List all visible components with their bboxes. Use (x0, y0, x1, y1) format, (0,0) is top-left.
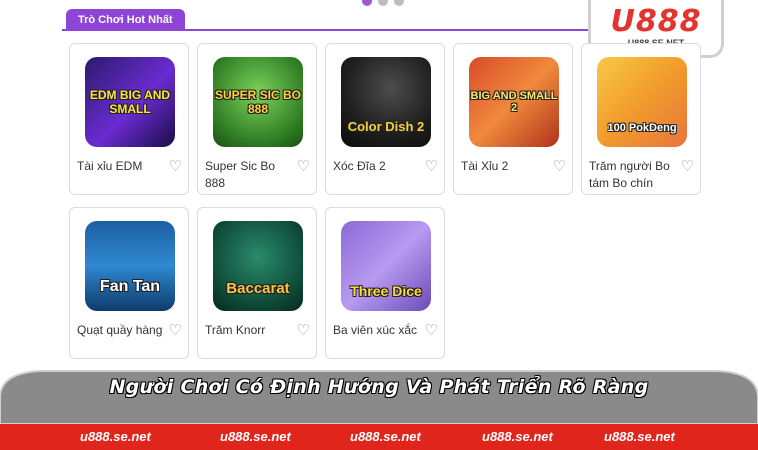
footer-link-2[interactable]: u888.se.net (220, 429, 291, 444)
game-card-fan-tan[interactable]: Fan Tan Quạt quầy hàng ♡ (69, 207, 189, 359)
thumbnail-art-text: 100 PokDeng (607, 122, 677, 134)
game-card-super-sic-bo[interactable]: SUPER SIC BO 888 Super Sic Bo 888 ♡ (197, 43, 317, 195)
heart-outline-icon[interactable]: ♡ (681, 158, 694, 175)
heart-outline-icon[interactable]: ♡ (425, 158, 438, 175)
game-title: Trăm Knorr (205, 323, 266, 337)
footer-link-4[interactable]: u888.se.net (482, 429, 553, 444)
game-title: Super Sic Bo 888 (205, 159, 276, 190)
game-thumbnail[interactable]: BIG AND SMALL 2 (469, 57, 559, 147)
game-title: Tài Xỉu 2 (461, 159, 509, 173)
game-thumbnail[interactable]: Color Dish 2 (341, 57, 431, 147)
carousel-dot-1[interactable] (362, 0, 372, 6)
thumbnail-art-text: BIG AND SMALL 2 (470, 90, 558, 114)
thumbnail-art-text: EDM BIG AND SMALL (89, 88, 171, 116)
logo-wordmark: U888 (610, 4, 702, 39)
footer-link-3[interactable]: u888.se.net (350, 429, 421, 444)
heart-outline-icon[interactable]: ♡ (425, 322, 438, 339)
game-thumbnail[interactable]: Baccarat (213, 221, 303, 311)
footer-link-5[interactable]: u888.se.net (604, 429, 675, 444)
thumbnail-art-text: Color Dish 2 (347, 118, 425, 134)
carousel-dot-3[interactable] (394, 0, 404, 6)
game-card-tai-xiu-2[interactable]: BIG AND SMALL 2 Tài Xỉu 2 ♡ (453, 43, 573, 195)
game-title: Quạt quầy hàng (77, 323, 163, 337)
heart-outline-icon[interactable]: ♡ (553, 158, 566, 175)
footer-link-1[interactable]: u888.se.net (80, 429, 151, 444)
game-title: Trăm người Bo tám Bo chín (589, 159, 670, 190)
tab-hot-games[interactable]: Trò Chơi Hot Nhất (66, 9, 185, 31)
game-card-tai-xiu-edm[interactable]: EDM BIG AND SMALL Tài xỉu EDM ♡ (69, 43, 189, 195)
game-card-xoc-dia-2[interactable]: Color Dish 2 Xóc Đĩa 2 ♡ (325, 43, 445, 195)
carousel-dots (362, 0, 404, 6)
banner-headline: Người Chơi Có Định Hướng Và Phát Triển R… (109, 376, 649, 398)
game-card-baccarat[interactable]: Baccarat Trăm Knorr ♡ (197, 207, 317, 359)
heart-outline-icon[interactable]: ♡ (169, 322, 182, 339)
game-title: Xóc Đĩa 2 (333, 159, 386, 173)
carousel-dot-2[interactable] (378, 0, 388, 6)
game-title: Ba viên xúc xắc (333, 323, 418, 337)
game-card-three-dice[interactable]: Three Dice Ba viên xúc xắc ♡ (325, 207, 445, 359)
thumbnail-art-text: Fan Tan (99, 278, 161, 295)
thumbnail-art-text: Baccarat (226, 279, 290, 297)
thumbnail-art-text: SUPER SIC BO 888 (214, 88, 301, 116)
thumbnail-art-text: Three Dice (350, 283, 422, 299)
game-thumbnail[interactable]: EDM BIG AND SMALL (85, 57, 175, 147)
game-title: Tài xỉu EDM (77, 159, 143, 173)
heart-outline-icon[interactable]: ♡ (297, 158, 310, 175)
game-card-tram-nguoi-bo-tam[interactable]: 100 PokDeng Trăm người Bo tám Bo chín ♡ (581, 43, 701, 195)
heart-outline-icon[interactable]: ♡ (169, 158, 182, 175)
game-thumbnail[interactable]: 100 PokDeng (597, 57, 687, 147)
heart-outline-icon[interactable]: ♡ (297, 322, 310, 339)
game-thumbnail[interactable]: SUPER SIC BO 888 (213, 57, 303, 147)
game-thumbnail[interactable]: Fan Tan (85, 221, 175, 311)
footer-bar: u888.se.net u888.se.net u888.se.net u888… (0, 424, 758, 450)
game-thumbnail[interactable]: Three Dice (341, 221, 431, 311)
